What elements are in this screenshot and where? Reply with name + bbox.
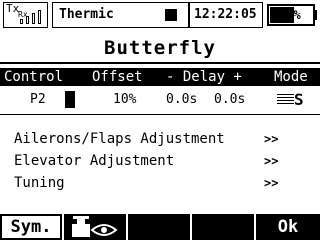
double-chevron-right-icon: >> — [264, 132, 279, 146]
control-position-icon — [65, 91, 75, 108]
signal-bar-icon — [38, 10, 41, 24]
signal-strength-indicator: Tx Rx — [3, 2, 48, 28]
mode-lines-icon — [277, 94, 294, 106]
double-chevron-right-icon: >> — [264, 154, 279, 168]
clock-box: 12:22:05 — [189, 2, 263, 28]
sym-button[interactable]: Sym. — [0, 214, 62, 240]
control-value[interactable]: P2 — [30, 91, 46, 109]
ok-button[interactable]: Ok — [256, 214, 320, 240]
menu-item-label: Ailerons/Flaps Adjustment — [14, 131, 225, 147]
battery-percent: 57% — [279, 8, 301, 22]
battery-icon: 57% — [267, 4, 315, 26]
signal-bar-icon — [20, 19, 23, 24]
signal-bar-icon — [26, 16, 29, 24]
header-mode: Mode — [274, 69, 308, 85]
servo-eye-icon — [72, 216, 118, 237]
softkey-4[interactable] — [192, 214, 254, 240]
table-row[interactable]: P2 10% 0.0s 0.0s S — [0, 89, 320, 111]
menu-item-elevator[interactable]: Elevator Adjustment >> — [0, 150, 320, 172]
menu-item-ailerons-flaps[interactable]: Ailerons/Flaps Adjustment >> — [0, 128, 320, 150]
title-divider — [0, 62, 320, 64]
battery-tip — [314, 10, 317, 20]
menu-item-label: Elevator Adjustment — [14, 153, 175, 169]
delay-minus-value[interactable]: 0.0s — [166, 91, 197, 109]
clock: 12:22:05 — [194, 7, 257, 22]
menu-item-label: Tuning — [14, 175, 65, 191]
double-chevron-right-icon: >> — [264, 176, 279, 190]
mode-value[interactable]: S — [294, 91, 304, 109]
ok-button-label: Ok — [277, 217, 299, 237]
softkey-3[interactable] — [128, 214, 190, 240]
page-title: Butterfly — [104, 37, 216, 59]
status-square-icon — [165, 9, 177, 21]
offset-value[interactable]: 10% — [113, 91, 136, 109]
model-name: Thermic — [59, 7, 114, 22]
row-divider — [0, 114, 320, 115]
table-header: Control Offset - Delay + Mode — [0, 68, 320, 86]
servo-view-button[interactable] — [64, 214, 126, 240]
menu-item-tuning[interactable]: Tuning >> — [0, 172, 320, 194]
delay-plus-value[interactable]: 0.0s — [214, 91, 245, 109]
signal-bar-icon — [32, 13, 35, 24]
header-control: Control — [4, 69, 64, 85]
sym-button-label: Sym. — [10, 217, 52, 237]
header-delay: - Delay + — [166, 69, 242, 85]
header-offset: Offset — [92, 69, 143, 85]
status-bar: Tx Rx Thermic 12:22:05 57% — [0, 0, 320, 30]
softkey-bar: Sym. Ok — [0, 214, 320, 240]
